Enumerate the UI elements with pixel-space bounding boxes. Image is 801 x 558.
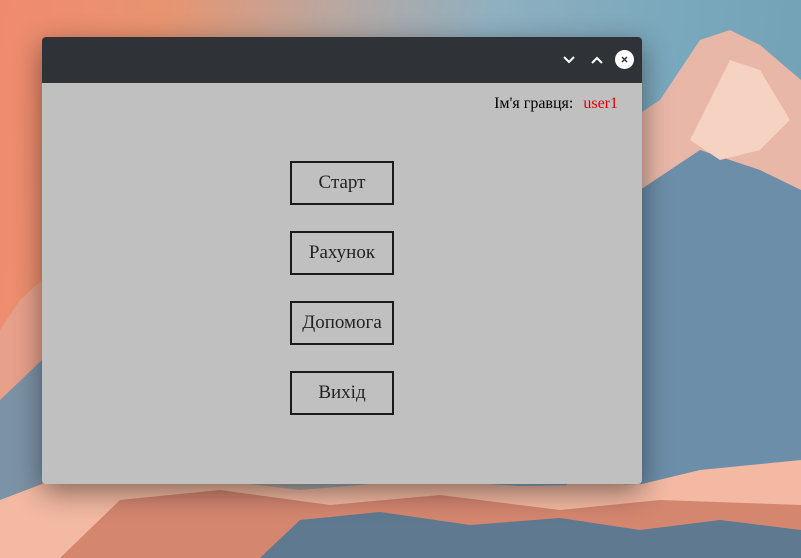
help-button[interactable]: Допомога [290, 301, 394, 345]
main-menu-area: Ім'я гравця: user1 Старт Рахунок Допомога… [42, 83, 642, 484]
score-button[interactable]: Рахунок [290, 231, 394, 275]
player-info: Ім'я гравця: user1 [494, 95, 618, 113]
title-bar[interactable] [42, 37, 642, 83]
chevron-down-icon[interactable] [560, 51, 578, 69]
start-button[interactable]: Старт [290, 161, 394, 205]
player-name-label: Ім'я гравця: [494, 95, 574, 112]
chevron-up-icon[interactable] [588, 51, 606, 69]
player-name-value: user1 [583, 95, 618, 112]
game-window: Ім'я гравця: user1 Старт Рахунок Допомога… [42, 37, 642, 484]
exit-button[interactable]: Вихід [290, 371, 394, 415]
close-icon[interactable] [615, 50, 634, 69]
